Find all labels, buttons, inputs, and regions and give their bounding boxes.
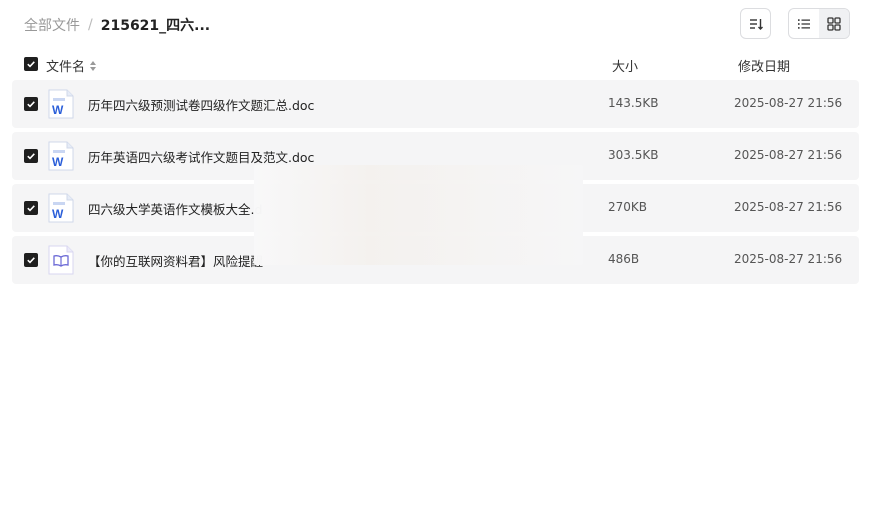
file-size: 143.5KB bbox=[608, 96, 659, 110]
row-checkbox[interactable] bbox=[24, 97, 38, 111]
column-header-modified[interactable]: 修改日期 bbox=[738, 56, 790, 75]
file-modified-date: 2025-08-27 21:56 bbox=[734, 148, 843, 162]
breadcrumb-current: 215621_四六... bbox=[100, 18, 211, 34]
list-view-icon bbox=[798, 18, 810, 29]
file-modified-date: 2025-08-27 21:56 bbox=[734, 252, 843, 266]
word-doc-icon: W bbox=[48, 89, 74, 119]
file-modified-date: 2025-08-27 21:56 bbox=[734, 96, 843, 110]
svg-text:W: W bbox=[52, 207, 64, 221]
file-name[interactable]: 【你的互联网资料君】风险提醒 bbox=[88, 251, 263, 270]
breadcrumb-root[interactable]: 全部文件 bbox=[24, 15, 80, 35]
file-modified-date: 2025-08-27 21:56 bbox=[734, 200, 843, 214]
row-checkbox[interactable] bbox=[24, 253, 38, 267]
view-toggle bbox=[788, 8, 850, 39]
column-header-name[interactable]: 文件名 bbox=[46, 56, 97, 75]
sort-lines-icon bbox=[749, 18, 763, 30]
list-view-button[interactable] bbox=[789, 9, 819, 38]
check-icon bbox=[27, 101, 35, 108]
column-header-size[interactable]: 大小 bbox=[612, 56, 638, 75]
breadcrumb-separator: / bbox=[88, 17, 93, 33]
breadcrumb: 全部文件 / 215621_四六... bbox=[24, 15, 210, 35]
file-name[interactable]: 历年英语四六级考试作文题目及范文.doc bbox=[88, 147, 314, 166]
table-header: 文件名 大小 修改日期 bbox=[12, 52, 859, 76]
file-size: 486B bbox=[608, 252, 640, 266]
row-checkbox[interactable] bbox=[24, 149, 38, 163]
column-header-name-label: 文件名 bbox=[46, 60, 86, 75]
table-row[interactable]: W 历年四六级预测试卷四级作文题汇总.doc 143.5KB 2025-08-2… bbox=[12, 80, 859, 128]
top-bar: 全部文件 / 215621_四六... bbox=[0, 0, 874, 48]
check-icon bbox=[27, 61, 35, 68]
book-file-icon bbox=[48, 245, 74, 275]
sort-arrows-icon bbox=[89, 60, 97, 72]
row-checkbox[interactable] bbox=[24, 201, 38, 215]
file-size: 303.5KB bbox=[608, 148, 659, 162]
check-icon bbox=[27, 257, 35, 264]
word-doc-icon: W bbox=[48, 193, 74, 223]
blur-overlay bbox=[254, 165, 583, 265]
sort-button[interactable] bbox=[740, 8, 771, 39]
svg-text:W: W bbox=[52, 103, 64, 117]
file-size: 270KB bbox=[608, 200, 648, 214]
select-all-checkbox[interactable] bbox=[24, 57, 38, 71]
file-name[interactable]: 历年四六级预测试卷四级作文题汇总.doc bbox=[88, 95, 314, 114]
grid-view-button[interactable] bbox=[819, 9, 849, 38]
check-icon bbox=[27, 205, 35, 212]
word-doc-icon: W bbox=[48, 141, 74, 171]
svg-text:W: W bbox=[52, 155, 64, 169]
check-icon bbox=[27, 153, 35, 160]
file-name[interactable]: 四六级大学英语作文模板大全.d bbox=[88, 199, 262, 218]
grid-view-icon bbox=[827, 16, 841, 31]
